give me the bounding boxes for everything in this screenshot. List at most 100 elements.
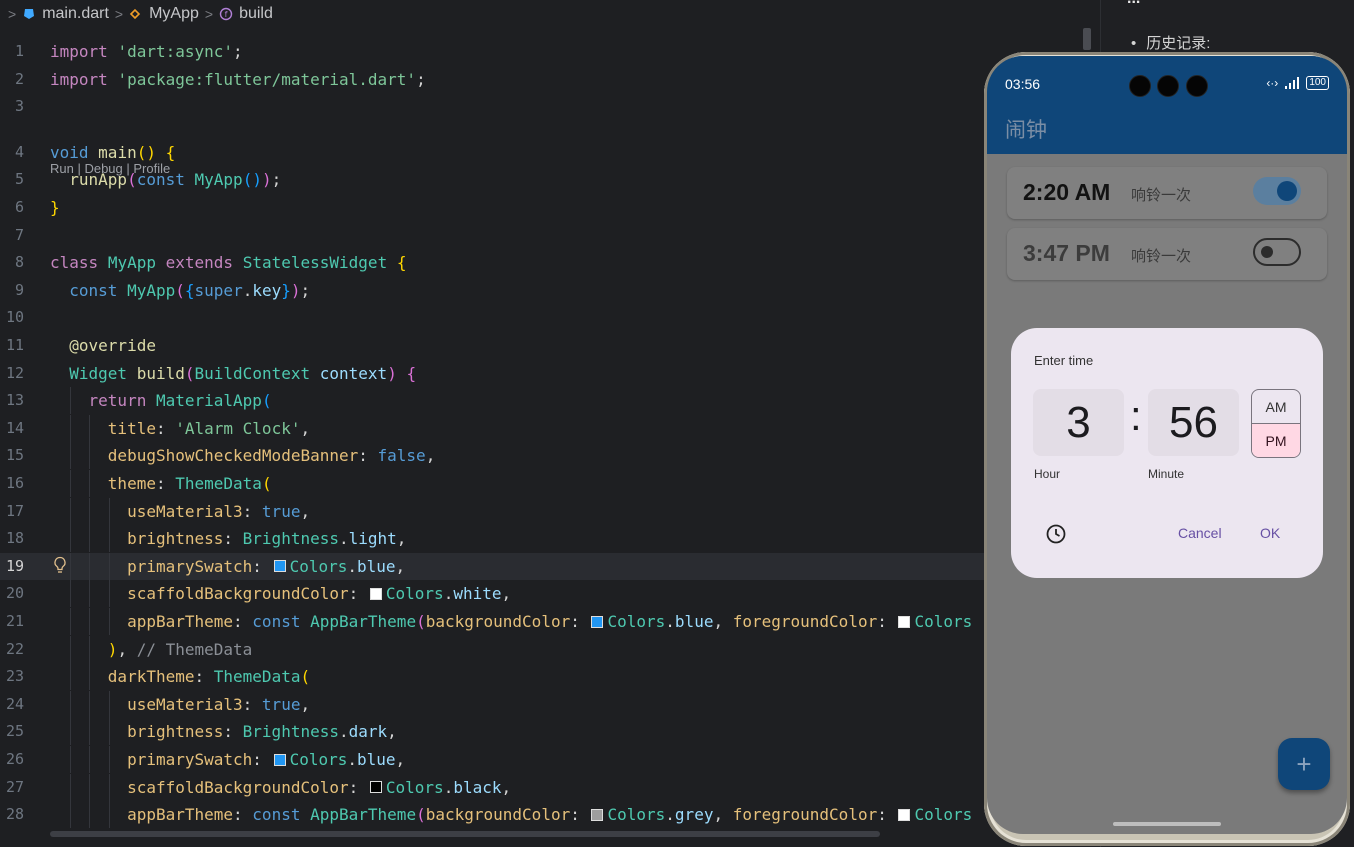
clock-icon[interactable] [1045, 523, 1067, 545]
hour-label: Hour [1034, 467, 1061, 481]
code-line[interactable]: 25 brightness: Brightness.dark, [0, 718, 985, 746]
app-bar: 闹钟 [987, 112, 1347, 154]
app-title: 闹钟 [1005, 119, 1047, 142]
line-number: 15 [5, 446, 24, 465]
code-line[interactable]: 22 ), // ThemeData [0, 635, 985, 663]
add-alarm-button[interactable]: + [1278, 738, 1330, 790]
code-line[interactable]: 9 const MyApp({super.key}); [0, 277, 985, 304]
code-line[interactable]: 20 scaffoldBackgroundColor: Colors.white… [0, 580, 985, 608]
code-text: brightness: Brightness.dark, [127, 722, 397, 742]
code-line[interactable]: 7 [0, 222, 985, 249]
line-number: 1 [14, 42, 24, 60]
dart-file-icon [24, 9, 35, 19]
code-line[interactable]: 10 [0, 304, 985, 331]
pm-option[interactable]: PM [1252, 424, 1300, 457]
class-icon [129, 8, 141, 20]
line-number: 14 [5, 418, 24, 437]
code-text: ), // ThemeData [107, 639, 253, 659]
line-number: 3 [14, 97, 24, 116]
phone-screen: 03:56 ‹·› 100 闹钟 2:20 AM 响铃一次 3:47 PM 响铃… [987, 56, 1347, 834]
toggle-knob [1277, 181, 1297, 201]
code-text: appBarTheme: const AppBarTheme(backgroun… [127, 805, 973, 825]
minute-label: Minute [1148, 467, 1185, 481]
code-line[interactable]: 11 @override [0, 332, 985, 359]
code-line[interactable]: 17 useMaterial3: true, [0, 497, 985, 525]
data-transfer-icon: ‹·› [1266, 76, 1279, 90]
line-number: 17 [5, 501, 24, 520]
line-number: 4 [14, 142, 24, 161]
line-number: 18 [5, 529, 24, 548]
chevron-right-icon: > [204, 6, 214, 22]
code-text: runApp(const MyApp()); [69, 170, 282, 190]
line-number: 9 [14, 280, 24, 299]
code-line[interactable]: 23 darkTheme: ThemeData( [0, 663, 985, 691]
code-line[interactable]: 21 appBarTheme: const AppBarTheme(backgr… [0, 608, 985, 635]
code-line[interactable]: 13 return MaterialApp( [0, 387, 985, 415]
code-line[interactable]: 12 Widget build(BuildContext context) { [0, 360, 985, 387]
lightbulb-icon[interactable] [52, 556, 68, 574]
code-line[interactable]: 18 brightness: Brightness.light, [0, 525, 985, 553]
line-number: 22 [5, 639, 24, 658]
alarm-card[interactable]: 2:20 AM 响铃一次 [1007, 167, 1327, 219]
alarm-time: 2:20 AM [1023, 179, 1111, 205]
code-line[interactable]: 26 primarySwatch: Colors.blue, [0, 746, 985, 773]
code-line[interactable]: 5 runApp(const MyApp()); [0, 166, 985, 193]
method-icon: f [219, 7, 233, 21]
breadcrumb-file[interactable]: main.dart [42, 5, 109, 23]
line-number: 12 [5, 363, 24, 382]
line-number: 8 [14, 253, 24, 272]
code-text: title: 'Alarm Clock', [107, 418, 311, 438]
code-line[interactable]: 6} [0, 194, 985, 221]
code-line[interactable]: 14 title: 'Alarm Clock', [0, 414, 985, 442]
status-bar: 03:56 ‹·› 100 [987, 56, 1347, 112]
code-text: import 'package:flutter/material.dart'; [50, 69, 426, 89]
line-number: 6 [14, 198, 24, 216]
hour-input[interactable]: 3 [1033, 389, 1124, 456]
minute-input[interactable]: 56 [1148, 389, 1239, 456]
line-number: 23 [5, 667, 24, 686]
code-line[interactable]: 28 appBarTheme: const AppBarTheme(backgr… [0, 801, 985, 829]
code-text: import 'dart:async'; [50, 42, 243, 61]
code-line[interactable]: 16 theme: ThemeData( [0, 470, 985, 497]
editor-scroll-thumb[interactable] [1083, 28, 1091, 50]
code-text: primarySwatch: Colors.blue, [127, 556, 406, 576]
code-line[interactable]: 4 void main() { [0, 139, 985, 166]
camera-icon [1186, 75, 1208, 97]
alarm-toggle[interactable] [1253, 177, 1301, 205]
status-clock: 03:56 [1005, 76, 1041, 92]
line-number: 24 [5, 694, 24, 713]
ok-button[interactable]: OK [1260, 525, 1280, 541]
signal-icon [1285, 77, 1300, 89]
line-number: 16 [5, 474, 24, 492]
camera-icon [1157, 75, 1179, 97]
code-text: theme: ThemeData( [107, 474, 272, 493]
am-pm-selector: AM PM [1251, 389, 1301, 458]
doc-history-item: 历史记录: [1131, 32, 1210, 53]
dialog-title: Enter time [1034, 353, 1094, 368]
code-line[interactable]: 27 scaffoldBackgroundColor: Colors.black… [0, 773, 985, 801]
code-text: scaffoldBackgroundColor: Colors.black, [127, 777, 512, 797]
code-text: const MyApp({super.key}); [69, 280, 311, 300]
home-indicator[interactable] [1113, 822, 1221, 826]
code-text: darkTheme: ThemeData( [107, 667, 311, 687]
code-text: useMaterial3: true, [127, 501, 311, 521]
am-option[interactable]: AM [1252, 390, 1300, 424]
code-line[interactable]: 15 debugShowCheckedModeBanner: false, [0, 442, 985, 470]
breadcrumb-class[interactable]: MyApp [149, 5, 199, 23]
code-editor[interactable]: Run | Debug | Profile 1 import 'dart:asyn… [0, 38, 985, 834]
camera-icon [1129, 75, 1151, 97]
alarm-card[interactable]: 3:47 PM 响铃一次 [1007, 228, 1327, 280]
breadcrumb-method[interactable]: build [239, 5, 273, 23]
editor-horizontal-scrollbar[interactable] [50, 831, 880, 837]
line-number: 2 [14, 69, 24, 88]
code-line[interactable]: 19 primarySwatch: Colors.blue, [0, 552, 985, 580]
time-separator: : [1130, 392, 1142, 439]
code-line[interactable]: 2 import 'package:flutter/material.dart'; [0, 66, 985, 93]
line-number: 10 [5, 308, 24, 327]
code-line[interactable]: 3 [0, 93, 985, 120]
code-line[interactable]: 24 useMaterial3: true, [0, 690, 985, 718]
alarm-toggle[interactable] [1253, 238, 1301, 266]
code-line[interactable]: 1 import 'dart:async'; [0, 38, 985, 65]
code-line[interactable]: 8 class MyApp extends StatelessWidget { [0, 249, 985, 276]
cancel-button[interactable]: Cancel [1178, 525, 1222, 541]
